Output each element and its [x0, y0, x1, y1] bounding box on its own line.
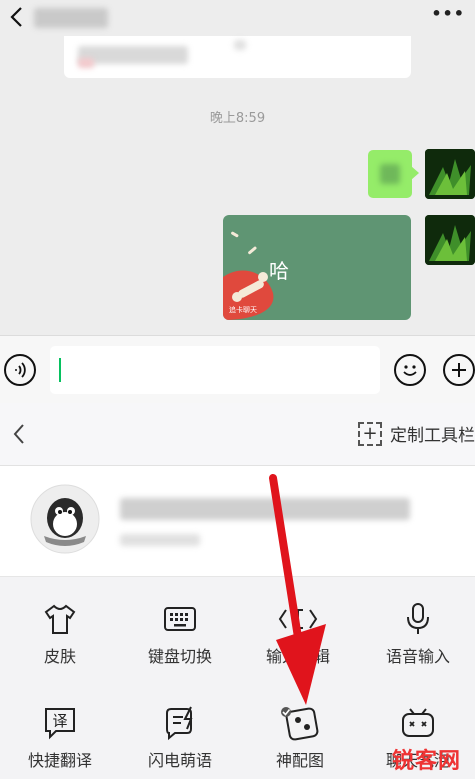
tshirt-icon [44, 604, 76, 634]
svg-text:译: 译 [52, 712, 67, 730]
tool-flash-chat[interactable]: 闪电萌语 [120, 703, 240, 771]
voice-toggle-icon[interactable] [4, 354, 36, 386]
sticker-caption: 追卡聊天 [229, 306, 257, 314]
emoji-icon[interactable] [394, 354, 426, 386]
tool-label: 闪电萌语 [147, 751, 212, 770]
message-input[interactable] [50, 346, 380, 394]
sticker-text: 哈 [269, 259, 289, 283]
tool-quick-translate[interactable]: 译 快捷翻译 [0, 703, 120, 771]
picture-dice-icon [281, 707, 319, 741]
keyboard-tool-panel: + 定制工具栏 皮肤 键盘切换 输入编辑 语音输入 译 快捷翻译 闪电萌语 神配… [0, 403, 475, 779]
sent-sticker[interactable]: 哈 追卡聊天 [223, 215, 411, 320]
tool-skin[interactable]: 皮肤 [0, 599, 120, 667]
robot-bubble-icon [402, 708, 434, 737]
tool-label: 语音输入 [385, 647, 450, 666]
chat-input-bar [0, 335, 475, 404]
shared-card-message[interactable] [64, 36, 411, 78]
text-caret [59, 358, 61, 382]
translate-icon: 译 [45, 708, 75, 740]
watermark-logo: 锐客网 [391, 749, 461, 774]
chat-header: ••• [0, 0, 475, 34]
more-plus-icon[interactable] [443, 354, 475, 386]
tool-label: 快捷翻译 [27, 751, 92, 770]
customize-toolbar-label: 定制工具栏 [390, 426, 475, 446]
tool-label: 键盘切换 [147, 647, 212, 666]
qq-avatar-icon [30, 484, 100, 554]
panel-back-icon[interactable] [12, 423, 26, 445]
account-id-blurred [120, 534, 200, 546]
message-timestamp: 晚上8:59 [209, 111, 266, 126]
back-icon[interactable] [8, 6, 26, 28]
my-avatar[interactable] [425, 215, 475, 265]
keyboard-icon [164, 607, 196, 631]
tool-keyboard-switch[interactable]: 键盘切换 [120, 599, 240, 667]
tool-input-edit[interactable]: 输入编辑 [238, 599, 358, 667]
flash-chat-icon [166, 706, 193, 741]
sent-text-bubble[interactable] [368, 150, 419, 198]
panel-toolbar: + 定制工具栏 [0, 403, 475, 466]
microphone-icon [407, 603, 429, 634]
customize-toolbar-button[interactable]: + 定制工具栏 [358, 421, 475, 446]
more-options-icon[interactable]: ••• [431, 4, 465, 23]
tool-label: 输入编辑 [265, 647, 330, 666]
tool-label: 皮肤 [43, 647, 76, 666]
add-box-icon: + [358, 421, 382, 446]
account-row[interactable] [0, 466, 475, 577]
account-name-blurred [120, 498, 410, 520]
tool-label: 神配图 [275, 751, 324, 770]
my-avatar[interactable] [425, 149, 475, 199]
tool-voice-input[interactable]: 语音输入 [358, 599, 475, 667]
tool-sticker-match[interactable]: 神配图 [240, 703, 360, 771]
edit-cursor-icon [278, 609, 318, 629]
chat-title-blurred [34, 8, 108, 28]
